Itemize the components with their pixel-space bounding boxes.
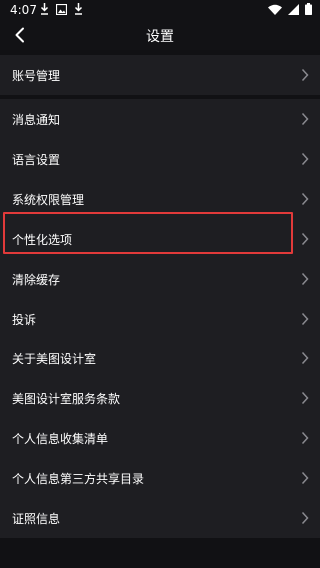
- settings-item-label: 个性化选项: [12, 232, 73, 247]
- settings-group-general: 消息通知 语言设置 系统权限管理 个性化选项 清除缓存 投诉: [0, 99, 320, 339]
- download-icon: [40, 3, 49, 15]
- settings-item-notifications[interactable]: 消息通知: [0, 99, 320, 139]
- settings-item-label: 关于美图设计室: [12, 351, 97, 366]
- settings-item-terms[interactable]: 美图设计室服务条款: [0, 378, 320, 418]
- settings-item-info-collection[interactable]: 个人信息收集清单: [0, 418, 320, 458]
- settings-group-about: 关于美图设计室 美图设计室服务条款 个人信息收集清单 个人信息第三方共享目录 证…: [0, 338, 320, 538]
- chevron-right-icon: [301, 272, 309, 286]
- download-icon: [74, 3, 83, 15]
- settings-item-label: 个人信息收集清单: [12, 431, 109, 446]
- settings-item-label: 美图设计室服务条款: [12, 391, 121, 406]
- chevron-right-icon: [301, 391, 309, 405]
- settings-item-label: 系统权限管理: [12, 192, 85, 207]
- wifi-icon: [268, 4, 282, 15]
- chevron-right-icon: [301, 192, 309, 206]
- page-title: 设置: [146, 29, 174, 45]
- settings-item-label: 证照信息: [12, 511, 61, 526]
- signal-icon: [288, 3, 299, 15]
- settings-item-complaint[interactable]: 投诉: [0, 299, 320, 339]
- status-bar: 4:07: [0, 0, 320, 20]
- battery-icon: [305, 3, 312, 15]
- photo-icon: [56, 3, 67, 15]
- settings-item-language[interactable]: 语言设置: [0, 139, 320, 179]
- chevron-right-icon: [301, 112, 309, 126]
- chevron-right-icon: [301, 431, 309, 445]
- chevron-right-icon: [301, 511, 309, 525]
- status-right: [268, 3, 312, 15]
- settings-group-account: 账号管理: [0, 55, 320, 95]
- status-notifications: [40, 3, 83, 15]
- header: 设置: [0, 20, 320, 50]
- chevron-right-icon: [301, 68, 309, 82]
- chevron-right-icon: [301, 471, 309, 485]
- chevron-right-icon: [301, 312, 309, 326]
- settings-item-label: 账号管理: [12, 68, 61, 83]
- settings-item-personalization[interactable]: 个性化选项: [0, 219, 320, 259]
- status-time: 4:07: [10, 3, 37, 17]
- settings-item-label: 投诉: [12, 312, 37, 327]
- settings-item-label: 语言设置: [12, 152, 61, 167]
- settings-item-account-management[interactable]: 账号管理: [0, 55, 320, 95]
- settings-item-license[interactable]: 证照信息: [0, 498, 320, 538]
- settings-item-label: 个人信息第三方共享目录: [12, 471, 145, 486]
- chevron-right-icon: [301, 152, 309, 166]
- settings-item-third-party-sharing[interactable]: 个人信息第三方共享目录: [0, 458, 320, 498]
- settings-item-clear-cache[interactable]: 清除缓存: [0, 259, 320, 299]
- settings-item-label: 消息通知: [12, 112, 61, 127]
- settings-item-label: 清除缓存: [12, 272, 61, 287]
- settings-item-permissions[interactable]: 系统权限管理: [0, 179, 320, 219]
- chevron-right-icon: [301, 351, 309, 365]
- settings-item-about[interactable]: 关于美图设计室: [0, 338, 320, 378]
- chevron-right-icon: [301, 232, 309, 246]
